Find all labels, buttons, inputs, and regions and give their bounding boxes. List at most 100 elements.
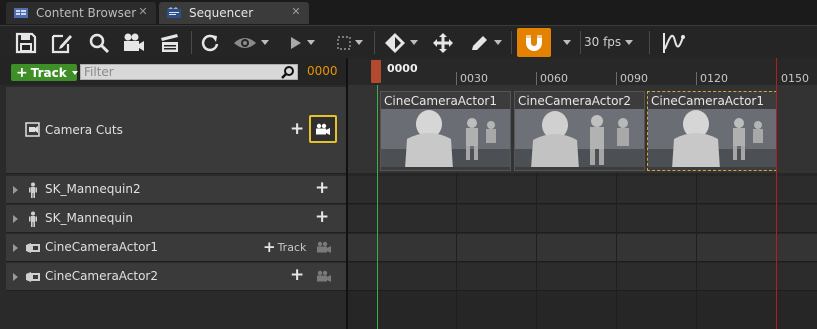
camera-cut-section[interactable]: CineCameraActor2 [514, 91, 645, 171]
camera-icon [124, 33, 144, 51]
expand-arrow-icon[interactable] [13, 244, 18, 252]
restore-state-button[interactable] [198, 29, 222, 56]
timeline-panel[interactable]: 0000 0030 0060 0090 0120 0150 CineCamera… [348, 58, 817, 329]
filter-input[interactable]: Filter [80, 64, 298, 80]
refresh-icon [201, 34, 219, 51]
track-label: CineCameraActor2 [45, 269, 159, 283]
key-options-button[interactable] [381, 29, 421, 56]
curve-editor-button[interactable] [658, 29, 688, 56]
current-frame-label: 0000 [387, 62, 418, 75]
skeletal-mesh-icon [29, 182, 37, 198]
search-icon [281, 66, 294, 79]
grid-line [456, 173, 457, 329]
track-row-sk-mannequin2[interactable]: SK_Mannequin2 + [6, 176, 346, 204]
ruler-tick [616, 72, 617, 85]
marquee-select-icon [337, 35, 351, 50]
playhead-handle[interactable] [371, 60, 381, 83]
tab-content-browser[interactable]: Content Browser ✕ [6, 2, 156, 24]
toolbar-separator [374, 31, 375, 54]
toolbar-separator [580, 31, 581, 54]
key-interpolation-button[interactable] [430, 29, 456, 56]
playback-start-line [377, 85, 378, 329]
track-row-cinecameraactor1[interactable]: CineCameraActor1 + Track [6, 234, 346, 262]
ruler-tick-label: 0030 [460, 72, 488, 85]
add-track-button[interactable]: + Track [11, 64, 78, 81]
track-label: SK_Mannequin2 [45, 182, 141, 196]
lock-viewport-camera-button[interactable] [309, 115, 337, 143]
time-ruler[interactable]: 0000 0030 0060 0090 0120 0150 [348, 58, 817, 85]
ruler-tick-label: 0060 [540, 72, 568, 85]
grid-line [616, 173, 617, 329]
move-arrows-icon [433, 32, 453, 53]
shot-thumbnail [381, 109, 510, 167]
snap-options-button[interactable] [555, 29, 575, 56]
search-button[interactable] [86, 29, 112, 56]
shot-label: CineCameraActor2 [518, 94, 632, 108]
close-icon[interactable]: ✕ [291, 6, 301, 17]
expand-arrow-icon[interactable] [13, 215, 18, 223]
track-row-cinecameraactor2[interactable]: CineCameraActor2 + [6, 263, 346, 291]
toolbar: 30 fps [0, 25, 817, 59]
add-track-button[interactable]: + [315, 207, 329, 227]
create-camera-button[interactable] [120, 29, 148, 56]
toolbar-separator [191, 31, 192, 54]
camera-cut-section[interactable]: CineCameraActor1 [380, 91, 511, 171]
snap-toggle-button[interactable] [517, 28, 551, 57]
save-as-button[interactable] [49, 29, 75, 56]
empty-lane[interactable] [348, 292, 817, 329]
add-track-button[interactable]: + [290, 265, 304, 285]
shot-label: CineCameraActor1 [384, 94, 498, 108]
track-outliner: + Track Filter 0000 Camera Cuts + SK_Man… [0, 58, 346, 329]
tab-bar: Content Browser ✕ Sequencer ✕ [0, 0, 817, 25]
key-diamond-icon [385, 32, 405, 53]
save-button[interactable] [13, 29, 39, 56]
track-lane[interactable] [348, 205, 817, 233]
camera-cut-section-selected[interactable]: CineCameraActor1 [647, 91, 777, 171]
track-lane[interactable] [348, 263, 817, 291]
pencil-icon [472, 35, 487, 50]
framerate-dropdown[interactable]: 30 fps [584, 32, 634, 52]
chevron-down-icon [494, 40, 502, 45]
add-track-label: Track [277, 240, 307, 254]
ruler-tick-label: 0150 [781, 72, 809, 85]
selection-options-button[interactable] [334, 29, 366, 56]
render-movie-button[interactable] [157, 29, 183, 56]
save-as-icon [51, 34, 72, 53]
eye-icon [234, 37, 256, 48]
playback-options-button[interactable] [286, 29, 318, 56]
add-track-button[interactable]: + Track [263, 240, 307, 255]
close-icon[interactable]: ✕ [138, 6, 148, 17]
clapperboard-icon [161, 33, 178, 52]
auto-key-button[interactable] [467, 29, 505, 56]
track-label: SK_Mannequin [45, 211, 133, 225]
view-options-button[interactable] [232, 29, 270, 56]
chevron-down-icon [410, 40, 418, 45]
camera-icon [316, 123, 330, 135]
expand-arrow-icon[interactable] [13, 273, 18, 281]
track-lane[interactable] [348, 176, 817, 204]
add-track-button[interactable]: + [315, 178, 329, 198]
track-lane[interactable] [348, 234, 817, 262]
expand-arrow-icon[interactable] [13, 186, 18, 194]
camera-icon[interactable] [316, 241, 332, 254]
tab-label: Content Browser [36, 6, 137, 20]
chevron-down-icon [625, 39, 634, 45]
track-row-camera-cuts[interactable]: Camera Cuts + [6, 87, 346, 174]
shot-label: CineCameraActor1 [651, 94, 765, 108]
search-icon [89, 33, 110, 53]
cine-camera-icon [26, 243, 40, 253]
toolbar-separator [511, 31, 512, 54]
ruler-tick-label: 0090 [620, 72, 648, 85]
curve-editor-icon [663, 32, 685, 53]
cine-camera-icon [26, 272, 40, 282]
save-icon [15, 32, 37, 53]
add-shot-button[interactable]: + [290, 119, 304, 139]
track-label: Camera Cuts [45, 123, 123, 137]
sequencer-icon [167, 7, 181, 19]
track-row-sk-mannequin[interactable]: SK_Mannequin + [6, 205, 346, 233]
chevron-down-icon [71, 70, 78, 75]
content-browser-icon [14, 7, 28, 19]
camera-icon[interactable] [316, 270, 332, 283]
chevron-down-icon [261, 40, 269, 45]
tab-sequencer[interactable]: Sequencer ✕ [159, 2, 309, 24]
